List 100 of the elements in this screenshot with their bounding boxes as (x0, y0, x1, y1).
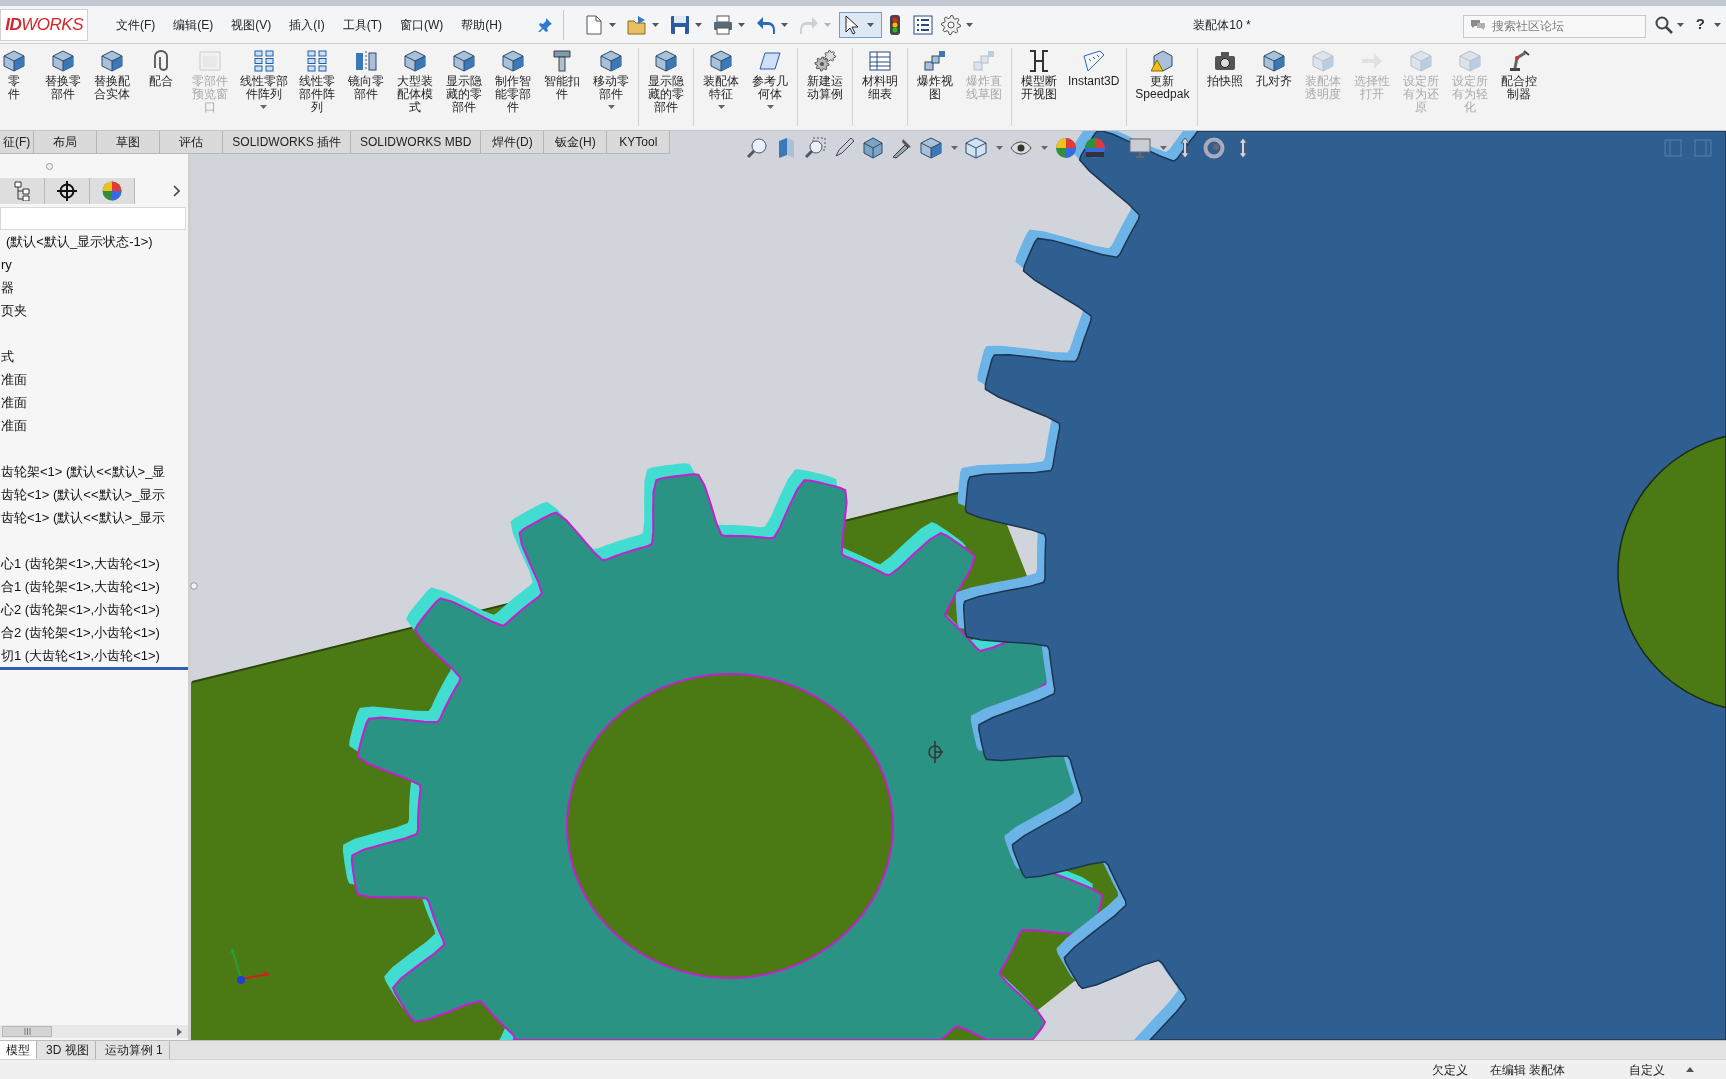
block-icon[interactable] (862, 137, 884, 159)
ribbon-button[interactable]: 镜向零部件 (343, 44, 389, 130)
chevron-right-icon[interactable] (177, 1027, 182, 1036)
tree-item[interactable]: (默认<默认_显示状态-1>) (0, 230, 188, 253)
ribbon-button[interactable]: 线性零部件阵列 (236, 44, 291, 130)
ribbon-button[interactable]: 制作智能零部件 (490, 44, 536, 130)
tree-item[interactable]: 准面 (0, 368, 188, 391)
magnifier-icon[interactable] (746, 137, 768, 159)
caret-icon[interactable] (1686, 1067, 1694, 1072)
menu-item[interactable]: 视图(V) (223, 12, 280, 37)
tree-item[interactable]: 页夹 (0, 299, 188, 322)
tree-item[interactable]: 心1 (齿轮架<1>,大齿轮<1>) (0, 552, 188, 575)
printer-icon (713, 14, 733, 35)
pin-icon[interactable] (538, 17, 552, 32)
search-field[interactable]: 搜索社区论坛 (1462, 14, 1646, 38)
tab[interactable]: 布局 (34, 131, 98, 153)
ribbon-button[interactable]: 模型断开视图 (1016, 44, 1062, 130)
tree-item[interactable]: ry (0, 253, 188, 276)
ribbon-button[interactable]: 爆炸视图 (912, 44, 958, 130)
monitor-icon[interactable] (1129, 137, 1151, 159)
filter-field[interactable] (0, 207, 186, 230)
caret-icon (607, 105, 615, 109)
tree-item[interactable]: 器 (0, 276, 188, 299)
ribbon-button[interactable]: 新建运动算例 (802, 44, 848, 130)
page-icon (584, 14, 604, 35)
ribbon-button[interactable]: 配合控制器 (1496, 44, 1543, 130)
grid-icon (306, 50, 328, 72)
menu-item[interactable]: 帮助(H) (453, 12, 510, 37)
ribbon-button[interactable]: 显示隐藏的零部件 (643, 44, 689, 130)
tab[interactable]: 模型 (0, 1041, 37, 1059)
grip-icon[interactable] (190, 582, 198, 590)
menu-item[interactable]: 文件(F) (108, 12, 164, 37)
ribbon-button[interactable]: 参考几何体 (747, 44, 793, 130)
ribbon-button[interactable]: 零件 (0, 44, 37, 130)
ribbon-button[interactable]: 材料明细表 (857, 44, 903, 130)
tab[interactable]: SOLIDWORKS MBD (351, 131, 482, 153)
ribbon-button[interactable]: 配合 (138, 44, 184, 130)
redo-icon (799, 14, 819, 35)
grip-icon[interactable] (46, 162, 53, 170)
menu-item[interactable]: 工具(T) (334, 12, 390, 37)
tab[interactable]: 草图 (97, 131, 161, 153)
ruler-icon (1082, 50, 1105, 72)
tools-icon[interactable] (891, 137, 913, 159)
caret-icon (966, 22, 973, 27)
caret-icon (717, 105, 725, 109)
tree-item[interactable]: 心2 (齿轮架<1>,小齿轮<1>) (0, 598, 188, 621)
color-ball-icon[interactable] (1055, 137, 1077, 159)
zoom-area-icon[interactable] (804, 137, 826, 159)
tree-item[interactable]: 齿轮<1> (默认<<默认>_显示 (0, 506, 188, 529)
ribbon-button[interactable]: 智能扣件 (539, 44, 585, 130)
tree-item[interactable]: 切1 (大齿轮<1>,小齿轮<1>) (0, 644, 188, 667)
tab[interactable]: 钣金(H) (544, 131, 608, 153)
select-button[interactable] (839, 11, 882, 38)
gears-icon (814, 50, 836, 72)
ribbon-button[interactable]: Instant3D (1065, 44, 1123, 130)
ribbon-button[interactable]: 线性零部件阵列 (294, 44, 340, 130)
exploded-parts-icon (924, 50, 946, 72)
ribbon-button[interactable]: 大型装配体模式 (392, 44, 438, 130)
caret-icon (951, 146, 958, 150)
cube-icon[interactable] (965, 137, 987, 159)
tree-item[interactable]: 合1 (齿轮架<1>,大齿轮<1>) (0, 575, 188, 598)
tree-item[interactable]: 准面 (0, 414, 188, 437)
mate-symbol-icon (927, 741, 943, 763)
tree-item[interactable]: 齿轮架<1> (默认<<默认>_显 (0, 460, 188, 483)
tab[interactable]: 焊件(D) (481, 131, 545, 153)
tree-item[interactable]: 合2 (齿轮架<1>,小齿轮<1>) (0, 621, 188, 644)
help-button[interactable]: ? (1695, 13, 1721, 36)
scrollbar-thumb[interactable] (2, 1026, 52, 1037)
menu-item[interactable]: 插入(I) (281, 12, 333, 37)
ribbon-button[interactable]: 更新Speedpak (1131, 44, 1194, 130)
panel-toggle-icon[interactable] (1664, 139, 1682, 157)
mirror-icon (355, 50, 377, 72)
menu-item[interactable]: 窗口(W) (392, 12, 452, 37)
panel-toggle-icon[interactable] (1694, 139, 1712, 157)
axis-triad-icon (229, 945, 271, 987)
cube-icon[interactable] (920, 137, 942, 159)
pencil-icon[interactable] (833, 137, 855, 159)
ribbon-button[interactable]: 替换零部件 (40, 44, 86, 130)
tree-item[interactable]: 准面 (0, 391, 188, 414)
menu-item[interactable]: 编辑(E) (165, 12, 222, 37)
ribbon-button[interactable]: 替换配合实体 (89, 44, 135, 130)
color-ball-icon[interactable] (1084, 137, 1106, 159)
ribbon-button[interactable]: 拍快照 (1202, 44, 1249, 130)
horizontal-scrollbar[interactable] (0, 1025, 188, 1038)
tab[interactable]: 征(F) (0, 131, 35, 153)
chevron-right-icon[interactable] (173, 185, 180, 197)
ribbon-button[interactable]: 孔对齐 (1251, 44, 1298, 130)
panel-tab[interactable] (45, 178, 90, 204)
status-text: 在编辑 装配体 (1489, 1061, 1565, 1079)
tree-item[interactable]: 齿轮<1> (默认<<默认>_显示 (0, 483, 188, 506)
tab[interactable]: 评估 (160, 131, 224, 153)
ribbon-button[interactable]: 显示隐藏的零部件 (441, 44, 487, 130)
ribbon-button[interactable]: 装配体特征 (698, 44, 744, 130)
folder-icon (627, 14, 647, 35)
tab[interactable]: KYTool (607, 131, 671, 153)
bolt-icon (551, 50, 573, 72)
tab[interactable]: SOLIDWORKS 插件 (223, 131, 351, 153)
tree-item[interactable]: 式 (0, 345, 188, 368)
ribbon-button[interactable]: 移动零部件 (588, 44, 634, 130)
ring-icon[interactable] (1203, 137, 1225, 159)
